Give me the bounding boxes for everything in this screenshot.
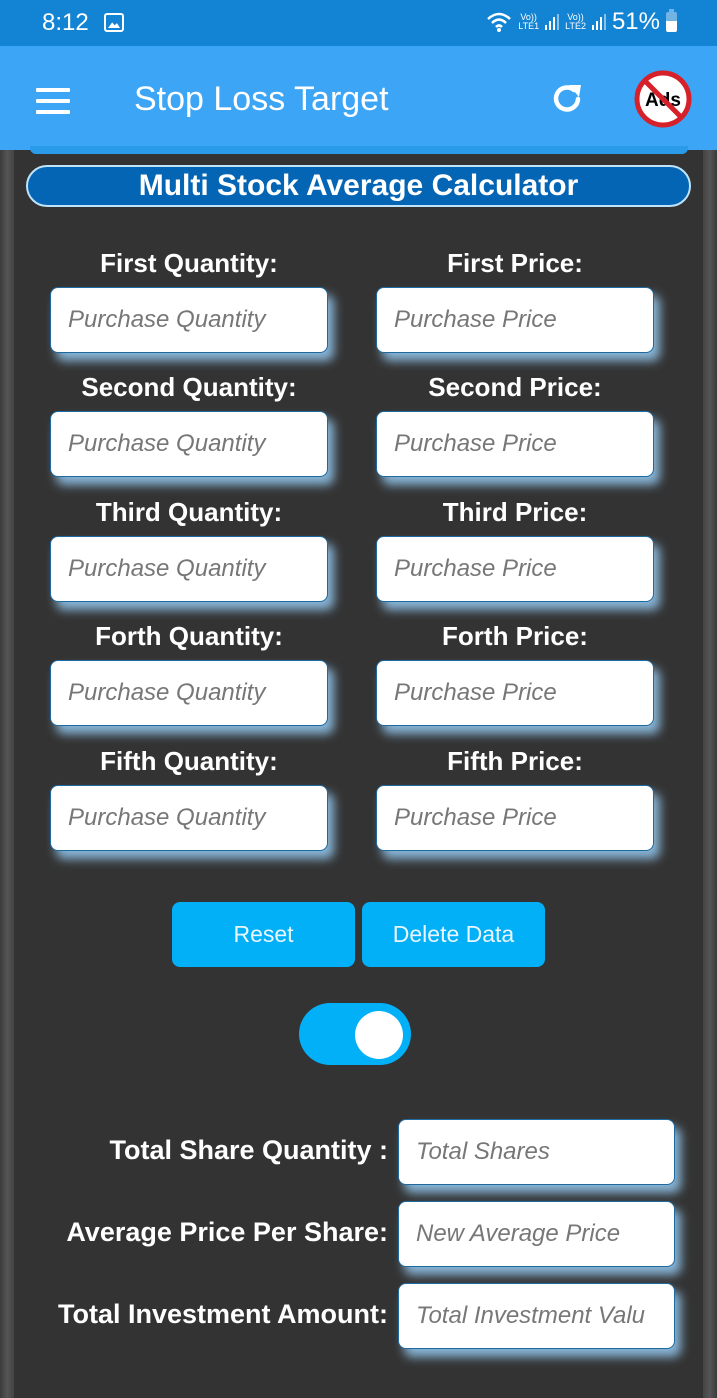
status-bar: 8:12 Vo)) LTE1 Vo)) LTE2 51% xyxy=(0,0,717,46)
no-ads-icon[interactable]: Ads xyxy=(633,69,693,129)
forth-price-field[interactable] xyxy=(376,660,654,726)
second-quantity-field[interactable] xyxy=(50,411,328,477)
first-price-label: First Price: xyxy=(447,248,583,278)
third-price-input[interactable] xyxy=(377,537,653,601)
third-price-label: Third Price: xyxy=(442,497,588,527)
total-shares-input[interactable] xyxy=(399,1120,674,1184)
fifth-quantity-field[interactable] xyxy=(50,785,328,851)
fifth-price-label: Fifth Price: xyxy=(447,746,583,776)
refresh-icon[interactable] xyxy=(548,80,586,118)
sim1-volte-label: Vo)) LTE1 xyxy=(518,12,540,31)
battery-icon xyxy=(666,9,677,32)
delete-data-button[interactable]: Delete Data xyxy=(362,902,545,967)
third-quantity-field[interactable] xyxy=(50,536,328,602)
second-price-input[interactable] xyxy=(377,412,653,476)
forth-quantity-input[interactable] xyxy=(51,661,327,725)
forth-price-input[interactable] xyxy=(377,661,653,725)
app-bar: Stop Loss Target Ads xyxy=(0,46,717,150)
reset-button[interactable]: Reset xyxy=(172,902,355,967)
total-investment-input[interactable] xyxy=(399,1284,674,1348)
first-quantity-field[interactable] xyxy=(50,287,328,353)
sim1-signal-icon xyxy=(545,14,560,30)
total-shares-field[interactable] xyxy=(398,1119,675,1185)
sim2-signal-icon xyxy=(591,14,606,30)
second-price-field[interactable] xyxy=(376,411,654,477)
total-investment-field[interactable] xyxy=(398,1283,675,1349)
total-investment-label: Total Investment Amount: xyxy=(58,1299,388,1329)
fifth-quantity-input[interactable] xyxy=(51,786,327,850)
average-price-field[interactable] xyxy=(398,1201,675,1267)
sim2-volte-label: Vo)) LTE2 xyxy=(565,12,586,31)
first-price-field[interactable] xyxy=(376,287,654,353)
gallery-notification-icon xyxy=(104,13,124,32)
toggle-knob xyxy=(355,1011,403,1059)
first-quantity-label: First Quantity: xyxy=(100,248,278,278)
right-edge xyxy=(703,150,717,1398)
status-time: 8:12 xyxy=(42,9,89,36)
second-quantity-input[interactable] xyxy=(51,412,327,476)
second-quantity-label: Second Quantity: xyxy=(81,372,297,402)
battery-percent: 51% xyxy=(611,8,660,35)
forth-quantity-label: Forth Quantity: xyxy=(95,621,283,651)
app-title: Stop Loss Target xyxy=(134,80,389,118)
hamburger-menu-icon[interactable] xyxy=(36,88,70,114)
third-quantity-input[interactable] xyxy=(51,537,327,601)
third-quantity-label: Third Quantity: xyxy=(95,497,283,527)
average-price-input[interactable] xyxy=(399,1202,674,1266)
total-share-quantity-label: Total Share Quantity : xyxy=(109,1135,388,1165)
first-quantity-input[interactable] xyxy=(51,288,327,352)
second-price-label: Second Price: xyxy=(428,372,602,402)
fifth-quantity-label: Fifth Quantity: xyxy=(100,746,278,776)
scrolled-card-edge xyxy=(30,146,688,154)
fifth-price-input[interactable] xyxy=(377,786,653,850)
fifth-price-field[interactable] xyxy=(376,785,654,851)
status-indicators: Vo)) LTE1 Vo)) LTE2 51% xyxy=(486,8,677,36)
forth-price-label: Forth Price: xyxy=(442,621,588,651)
first-price-input[interactable] xyxy=(377,288,653,352)
forth-quantity-field[interactable] xyxy=(50,660,328,726)
wifi-icon xyxy=(487,12,512,32)
left-edge xyxy=(0,150,14,1398)
average-price-label: Average Price Per Share: xyxy=(66,1217,388,1247)
calculator-title: Multi Stock Average Calculator xyxy=(26,165,691,207)
toggle-switch[interactable] xyxy=(299,1003,411,1065)
third-price-field[interactable] xyxy=(376,536,654,602)
